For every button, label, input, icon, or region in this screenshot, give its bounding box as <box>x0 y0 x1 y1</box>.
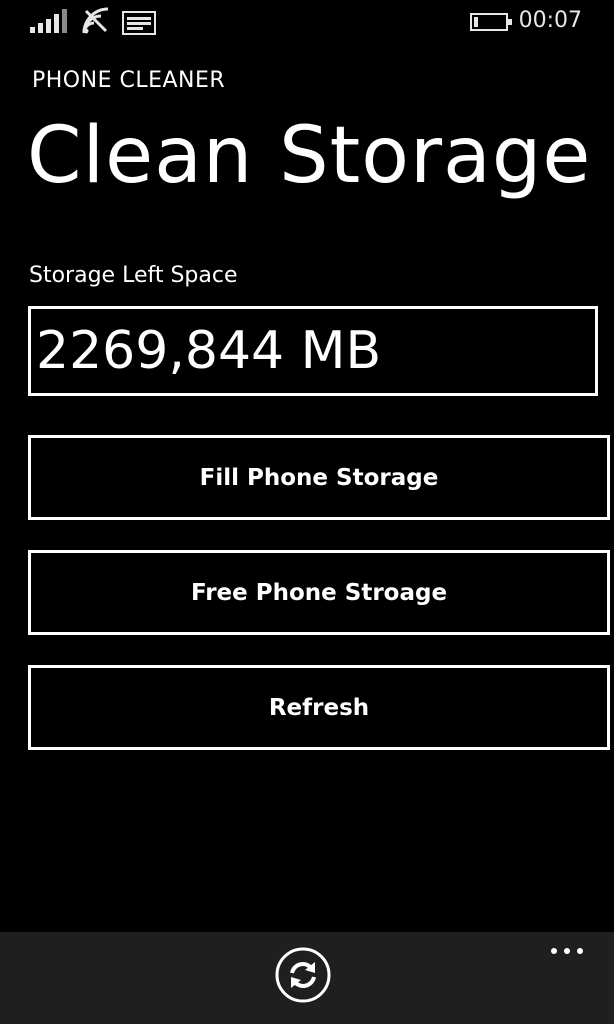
sync-icon[interactable] <box>275 947 331 1003</box>
status-clock: 00:07 <box>518 8 582 33</box>
storage-label: Storage Left Space <box>29 263 238 288</box>
fill-storage-button[interactable]: Fill Phone Storage <box>28 435 610 520</box>
free-storage-button[interactable]: Free Phone Stroage <box>28 550 610 635</box>
storage-value: 2269,844 MB <box>36 321 382 381</box>
message-icon <box>122 11 156 35</box>
status-bar: 00:07 <box>0 0 614 44</box>
battery-icon <box>470 13 512 31</box>
page-title: Clean Storage <box>27 111 592 201</box>
storage-value-box: 2269,844 MB <box>28 306 598 396</box>
more-icon[interactable] <box>550 944 584 958</box>
wifi-icon <box>82 7 109 34</box>
signal-icon <box>30 9 67 33</box>
app-bar <box>0 932 614 1024</box>
refresh-button[interactable]: Refresh <box>28 665 610 750</box>
app-title: PHONE CLEANER <box>32 68 226 93</box>
